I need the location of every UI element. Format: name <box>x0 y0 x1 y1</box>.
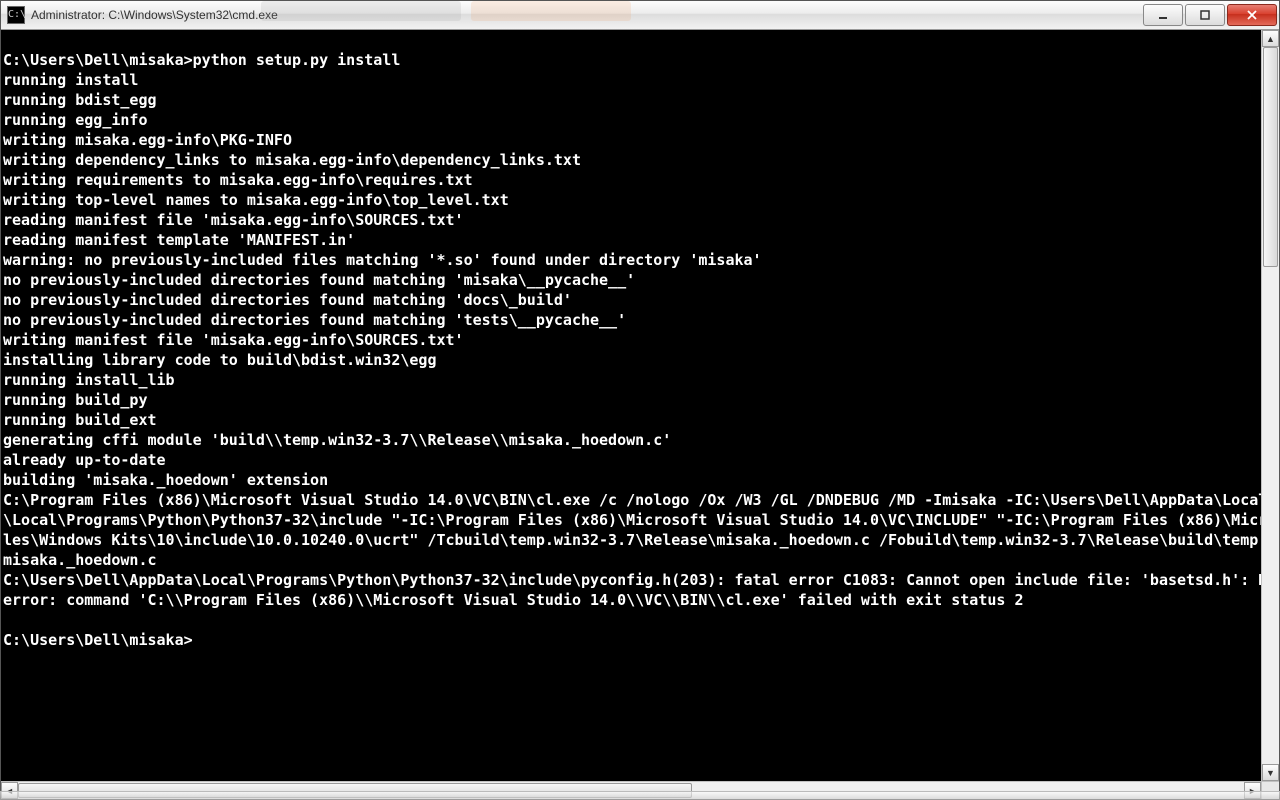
terminal-line: no previously-included directories found… <box>3 310 1261 330</box>
taskbar-edge <box>0 791 1280 800</box>
terminal-line: writing top-level names to misaka.egg-in… <box>3 190 1261 210</box>
maximize-button[interactable] <box>1185 4 1225 26</box>
terminal-line: writing dependency_links to misaka.egg-i… <box>3 150 1261 170</box>
terminal-line: writing manifest file 'misaka.egg-info\S… <box>3 330 1261 350</box>
vertical-scrollbar[interactable]: ▲ ▼ <box>1261 30 1279 781</box>
terminal-line: les\Windows Kits\10\include\10.0.10240.0… <box>3 530 1261 550</box>
terminal-line: writing requirements to misaka.egg-info\… <box>3 170 1261 190</box>
terminal-line: warning: no previously-included files ma… <box>3 250 1261 270</box>
terminal-line: C:\Users\Dell\misaka> <box>3 630 1261 650</box>
terminal-line: reading manifest file 'misaka.egg-info\S… <box>3 210 1261 230</box>
terminal-line: C:\Users\Dell\AppData\Local\Programs\Pyt… <box>3 570 1261 590</box>
terminal-line: building 'misaka._hoedown' extension <box>3 470 1261 490</box>
scroll-up-arrow-icon[interactable]: ▲ <box>1262 30 1279 47</box>
terminal-line: installing library code to build\bdist.w… <box>3 350 1261 370</box>
terminal-line: running build_py <box>3 390 1261 410</box>
window-controls <box>1141 4 1277 26</box>
terminal-line: no previously-included directories found… <box>3 270 1261 290</box>
terminal-line: C:\Users\Dell\misaka>python setup.py ins… <box>3 50 1261 70</box>
terminal-line: already up-to-date <box>3 450 1261 470</box>
console-area: C:\Users\Dell\misaka>python setup.py ins… <box>1 30 1279 781</box>
terminal-line: C:\Program Files (x86)\Microsoft Visual … <box>3 490 1261 510</box>
terminal-line: \Local\Programs\Python\Python37-32\inclu… <box>3 510 1261 530</box>
terminal-line: running bdist_egg <box>3 90 1261 110</box>
terminal-line: running install_lib <box>3 370 1261 390</box>
minimize-button[interactable] <box>1143 4 1183 26</box>
terminal-line <box>3 30 1261 50</box>
scroll-track[interactable] <box>1262 47 1279 764</box>
scroll-thumb[interactable] <box>1263 47 1278 267</box>
terminal-line: misaka._hoedown.c <box>3 550 1261 570</box>
terminal-line: running install <box>3 70 1261 90</box>
terminal-line: running egg_info <box>3 110 1261 130</box>
window-title: Administrator: C:\Windows\System32\cmd.e… <box>31 8 1141 22</box>
terminal-line <box>3 610 1261 630</box>
terminal-line: running build_ext <box>3 410 1261 430</box>
terminal-line: reading manifest template 'MANIFEST.in' <box>3 230 1261 250</box>
scroll-down-arrow-icon[interactable]: ▼ <box>1262 764 1279 781</box>
terminal-line: writing misaka.egg-info\PKG-INFO <box>3 130 1261 150</box>
cmd-window: C:\ Administrator: C:\Windows\System32\c… <box>0 0 1280 800</box>
cmd-icon: C:\ <box>7 6 25 24</box>
terminal-line: error: command 'C:\\Program Files (x86)\… <box>3 590 1261 610</box>
titlebar[interactable]: C:\ Administrator: C:\Windows\System32\c… <box>1 1 1279 30</box>
terminal-line: no previously-included directories found… <box>3 290 1261 310</box>
close-button[interactable] <box>1227 4 1277 26</box>
terminal-output[interactable]: C:\Users\Dell\misaka>python setup.py ins… <box>1 30 1261 781</box>
terminal-line: generating cffi module 'build\\temp.win3… <box>3 430 1261 450</box>
